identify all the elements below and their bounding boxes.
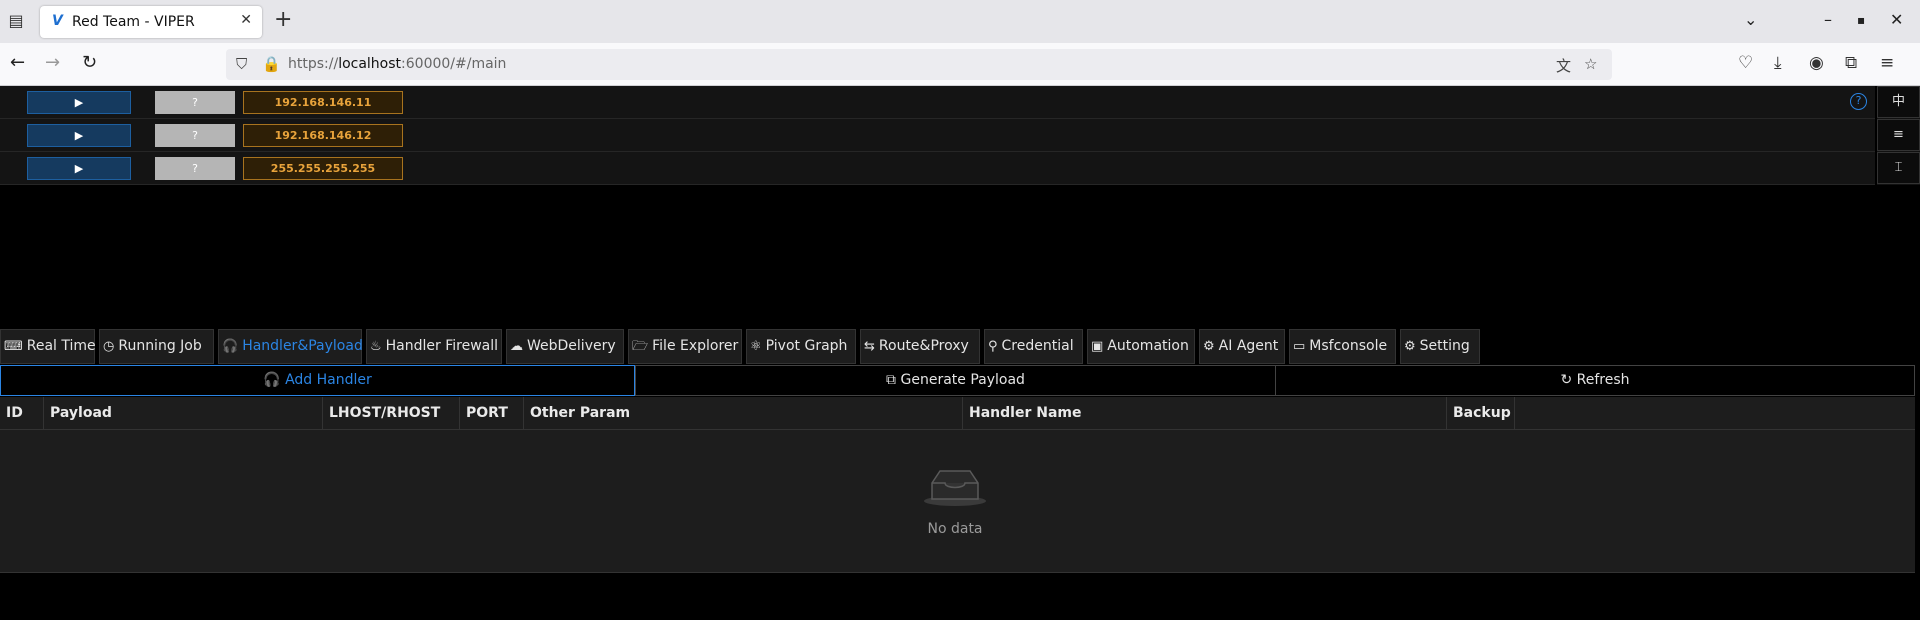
browser-tab[interactable]: V Red Team - VIPER ✕ <box>40 6 262 38</box>
empty-text: No data <box>927 521 983 537</box>
tab-ai-agent[interactable]: ⚙ AI Agent <box>1199 329 1285 364</box>
copy-icon: ⧉ <box>886 372 901 388</box>
tab-msfconsole[interactable]: ▭ Msfconsole <box>1289 329 1396 364</box>
add-handler-button[interactable]: 🎧 Add Handler <box>0 365 635 396</box>
back-icon[interactable]: ← <box>10 53 25 73</box>
main-tabs: ⌨ Real Time ◷ Running Job 🎧 Handler&Payload… <box>0 329 1920 364</box>
url-bar[interactable]: ⛉ 🔒 https://localhost:60000/#/main 文 ☆ <box>226 49 1612 80</box>
empty-state: No data <box>920 467 990 537</box>
browser-navbar: ← → ↻ ⛉ 🔒 https://localhost:60000/#/main… <box>0 43 1920 86</box>
lock-icon[interactable]: 🔒 <box>262 55 281 73</box>
tab-setting[interactable]: ⚙ Setting <box>1400 329 1480 364</box>
tab-file-explorer[interactable]: 🗁 File Explorer <box>628 329 742 364</box>
minimize-icon[interactable]: – <box>1824 10 1832 29</box>
vertical-align-icon[interactable]: ⌶ <box>1877 152 1920 184</box>
browser-chrome: ▤ V Red Team - VIPER ✕ + ⌄ – ▪ ✕ ← → ↻ ⛉… <box>0 0 1920 86</box>
host-expand-button[interactable]: ▶ <box>27 157 131 180</box>
folder-icon: 🗁 <box>632 339 649 354</box>
tab-webdelivery[interactable]: ☁ WebDelivery <box>506 329 624 364</box>
column-header-handler-name[interactable]: Handler Name <box>963 397 1447 430</box>
reload-icon[interactable]: ↻ <box>82 53 97 73</box>
tab-pivot-graph[interactable]: ⚛ Pivot Graph <box>746 329 856 364</box>
help-icon[interactable]: ? <box>1850 93 1867 110</box>
column-header-lhost[interactable]: LHOST/RHOST <box>323 397 460 430</box>
dashboard-icon: ⌨ <box>4 339 23 354</box>
tab-running-job[interactable]: ◷ Running Job <box>99 329 214 364</box>
host-ip[interactable]: 192.168.146.12 <box>243 124 403 147</box>
pocket-icon[interactable]: ♡ <box>1738 53 1753 73</box>
viper-favicon-icon: V <box>52 13 63 29</box>
bookmark-star-icon[interactable]: ☆ <box>1584 55 1597 73</box>
fire-icon: ♨ <box>370 339 382 354</box>
browser-tabbar: ▤ V Red Team - VIPER ✕ + ⌄ – ▪ ✕ <box>0 0 1920 43</box>
translate-icon[interactable]: 文 <box>1556 55 1571 76</box>
cloud-icon: ☁ <box>510 339 523 354</box>
host-expand-button[interactable]: ▶ <box>27 124 131 147</box>
close-window-icon[interactable]: ✕ <box>1890 10 1903 29</box>
tab-automation[interactable]: ▣ Automation <box>1087 329 1195 364</box>
tab-credential[interactable]: ⚲ Credential <box>984 329 1083 364</box>
host-row[interactable]: ▶ ? 192.168.146.12 <box>0 119 1875 152</box>
tab-route-proxy[interactable]: ⇆ Route&Proxy <box>860 329 980 364</box>
downloads-icon[interactable]: ⤓ <box>1774 53 1782 73</box>
side-toolbar: 中 ≡ ⌶ <box>1877 86 1920 185</box>
column-header-other-param[interactable]: Other Param <box>524 397 963 430</box>
headset-icon: 🎧 <box>222 339 239 354</box>
tab-handler-payload[interactable]: 🎧 Handler&Payload <box>218 329 363 364</box>
key-icon: ⚲ <box>988 339 998 354</box>
tab-title: Red Team - VIPER <box>72 14 195 30</box>
column-header-payload[interactable]: Payload <box>44 397 323 430</box>
maximize-icon[interactable]: ▪ <box>1857 13 1865 27</box>
account-icon[interactable]: ◉ <box>1809 53 1824 73</box>
robot-icon: ▣ <box>1091 339 1104 354</box>
close-tab-icon[interactable]: ✕ <box>240 12 252 28</box>
menu-icon[interactable]: ≡ <box>1880 53 1894 73</box>
language-toggle-button[interactable]: 中 <box>1877 86 1920 118</box>
host-status-badge[interactable]: ? <box>155 124 235 147</box>
clock-icon: ◷ <box>103 339 115 354</box>
new-tab-icon[interactable]: + <box>274 8 292 32</box>
extensions-icon[interactable]: ⧉ <box>1845 53 1857 73</box>
shield-icon[interactable]: ⛉ <box>236 55 247 73</box>
host-row[interactable]: ▶ ? 255.255.255.255 <box>0 152 1875 185</box>
ai-icon: ⚙ <box>1203 339 1215 354</box>
graph-icon: ⚛ <box>750 339 762 354</box>
headset-icon: 🎧 <box>263 372 286 388</box>
tab-real-time[interactable]: ⌨ Real Time <box>0 329 96 364</box>
empty-inbox-icon <box>924 470 986 506</box>
tab-list-icon[interactable]: ▤ <box>6 11 26 31</box>
host-ip[interactable]: 192.168.146.11 <box>243 91 403 114</box>
host-row[interactable]: ▶ ? 192.168.146.11 ? <box>0 86 1875 119</box>
forward-icon[interactable]: → <box>45 53 60 73</box>
console-icon: ▭ <box>1293 339 1306 354</box>
refresh-icon: ↻ <box>1560 372 1577 388</box>
column-header-id[interactable]: ID <box>0 397 44 430</box>
route-icon: ⇆ <box>864 339 875 354</box>
host-expand-button[interactable]: ▶ <box>27 91 131 114</box>
table-header: ID Payload LHOST/RHOST PORT Other Param … <box>0 397 1915 430</box>
tab-overflow-chevron-icon[interactable]: ⌄ <box>1744 10 1757 29</box>
handler-table: ID Payload LHOST/RHOST PORT Other Param … <box>0 397 1915 573</box>
refresh-button[interactable]: ↻ Refresh <box>1275 365 1915 396</box>
url-text[interactable]: https://localhost:60000/#/main <box>288 56 506 72</box>
handler-actions: 🎧 Add Handler ⧉ Generate Payload ↻ Refre… <box>0 365 1915 396</box>
viper-app: ▶ ? 192.168.146.11 ? ▶ ? 192.168.146.12 … <box>0 86 1920 620</box>
host-status-badge[interactable]: ? <box>155 91 235 114</box>
generate-payload-button[interactable]: ⧉ Generate Payload <box>635 365 1276 396</box>
tab-handler-firewall[interactable]: ♨ Handler Firewall <box>366 329 502 364</box>
align-left-icon[interactable]: ≡ <box>1877 119 1920 151</box>
column-header-port[interactable]: PORT <box>460 397 524 430</box>
column-header-backup[interactable]: Backup <box>1447 397 1515 430</box>
host-ip[interactable]: 255.255.255.255 <box>243 157 403 180</box>
host-status-badge[interactable]: ? <box>155 157 235 180</box>
gear-icon: ⚙ <box>1404 339 1416 354</box>
